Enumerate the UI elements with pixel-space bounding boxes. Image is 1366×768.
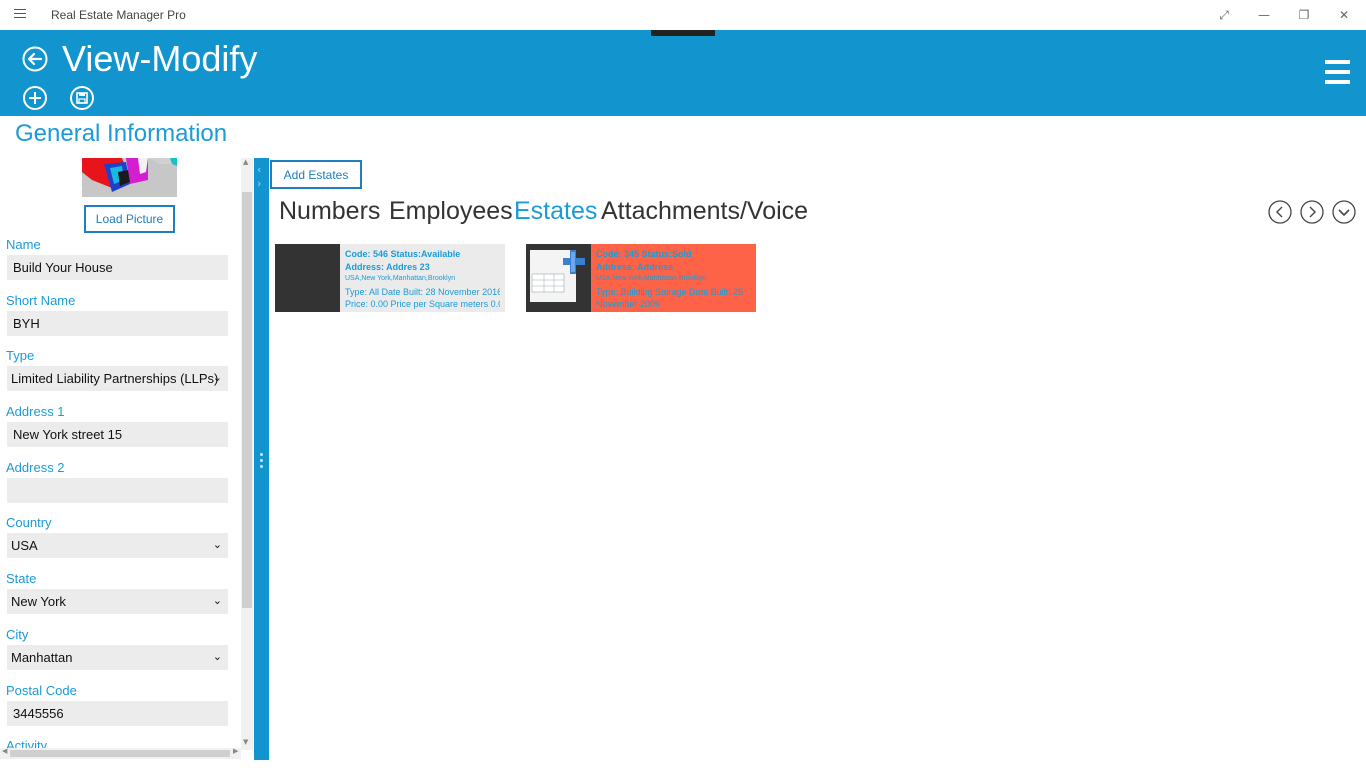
form-horizontal-scrollbar[interactable]: ◀ ▶ xyxy=(0,747,241,759)
save-icon[interactable] xyxy=(69,85,95,111)
hamburger-menu-icon[interactable] xyxy=(14,9,26,19)
state-select[interactable]: New York ⌄ xyxy=(7,589,228,614)
estate-code-status: Code: 546 Status:Available xyxy=(345,249,461,259)
type-select-value: Limited Liability Partnerships (LLPs) xyxy=(11,371,219,386)
tab-employees[interactable]: Employees xyxy=(389,197,513,226)
add-icon[interactable] xyxy=(22,85,48,111)
name-field[interactable]: Build Your House xyxy=(7,255,228,280)
city-select[interactable]: Manhattan ⌄ xyxy=(7,645,228,670)
estate-thumbnail xyxy=(526,244,591,312)
estate-info: Code: 546 Status:Available Address: Addr… xyxy=(340,244,505,312)
tab-numbers[interactable]: Numbers xyxy=(279,197,380,226)
page-title: View-Modify xyxy=(62,38,258,79)
expand-down-icon[interactable] xyxy=(1332,200,1356,224)
postal-code-label: Postal Code xyxy=(6,683,77,698)
chevron-down-icon: ⌄ xyxy=(212,651,222,663)
country-select-value: USA xyxy=(11,538,38,553)
estate-price: Price: 0.00 Price per Square meters 0.00 xyxy=(345,299,500,309)
type-label: Type xyxy=(6,348,35,363)
chevron-down-icon: ⌄ xyxy=(212,595,222,607)
name-label: Name xyxy=(6,237,41,252)
estate-type-date: Type: Building Storage Date Built: 25 xyxy=(596,286,744,297)
scroll-left-icon[interactable]: ◀ xyxy=(2,747,7,755)
short-name-field[interactable]: BYH xyxy=(7,311,228,336)
estate-date-cont: November 2009 xyxy=(596,299,661,309)
document-add-icon xyxy=(526,244,591,312)
main-menu-icon[interactable] xyxy=(1325,60,1350,84)
scroll-right-icon[interactable]: ▶ xyxy=(233,747,238,755)
load-picture-button[interactable]: Load Picture xyxy=(84,205,175,233)
postal-code-field[interactable]: 3445556 xyxy=(7,701,228,726)
restore-button[interactable]: ❐ xyxy=(1284,0,1324,30)
minimize-button[interactable]: — xyxy=(1244,0,1284,30)
company-picture xyxy=(82,158,177,197)
close-button[interactable]: ✕ xyxy=(1324,0,1364,30)
add-estates-button[interactable]: Add Estates xyxy=(270,160,362,189)
previous-icon[interactable] xyxy=(1268,200,1292,224)
address2-label: Address 2 xyxy=(6,460,65,475)
expand-icon[interactable]: ⤢ xyxy=(1204,0,1244,30)
state-select-value: New York xyxy=(11,594,66,609)
address1-label: Address 1 xyxy=(6,404,65,419)
city-label: City xyxy=(6,627,29,642)
company-picture-image xyxy=(82,158,177,197)
tab-estates[interactable]: Estates xyxy=(514,197,597,226)
chevron-left-icon[interactable]: ‹ xyxy=(257,163,261,176)
city-select-value: Manhattan xyxy=(11,650,73,665)
state-label: State xyxy=(6,571,37,586)
chevron-down-icon: ⌄ xyxy=(212,372,222,384)
scroll-down-icon[interactable]: ▼ xyxy=(243,738,248,746)
next-icon[interactable] xyxy=(1300,200,1324,224)
form-vertical-scrollbar[interactable]: ▲ ▼ xyxy=(241,158,253,750)
estate-location: USA,New York,Manhattan,Brooklyn xyxy=(596,275,707,282)
scrollbar-thumb[interactable] xyxy=(10,750,230,757)
window-notch xyxy=(651,30,715,36)
title-bar: Real Estate Manager Pro ⤢ — ❐ ✕ xyxy=(0,0,1366,30)
estate-card[interactable]: Code: 345 Status:Sold Address: Address U… xyxy=(526,244,756,312)
estate-code-status: Code: 345 Status:Sold xyxy=(596,249,692,259)
estate-address: Address: Address xyxy=(596,261,674,272)
estate-info: Code: 345 Status:Sold Address: Address U… xyxy=(591,244,756,312)
estate-type-date: Type: All Date Built: 28 November 2016 xyxy=(345,286,500,297)
estate-card[interactable]: Code: 546 Status:Available Address: Addr… xyxy=(275,244,505,312)
activity-label: Activity xyxy=(6,738,48,748)
tab-attachments-voice[interactable]: Attachments/Voice xyxy=(601,197,808,226)
estate-location: USA,New York,Manhattan,Brooklyn xyxy=(345,275,456,282)
general-info-form: Name Build Your House Short Name BYH Typ… xyxy=(0,236,240,748)
short-name-label: Short Name xyxy=(6,293,76,308)
back-icon[interactable] xyxy=(22,46,48,72)
splitter-grip-icon[interactable] xyxy=(260,453,263,471)
chevron-down-icon: ⌄ xyxy=(212,539,222,551)
type-select[interactable]: Limited Liability Partnerships (LLPs) ⌄ xyxy=(7,366,228,391)
page-header: View-Modify xyxy=(0,30,1366,116)
country-select[interactable]: USA ⌄ xyxy=(7,533,228,558)
section-title: General Information xyxy=(15,120,228,147)
scroll-up-icon[interactable]: ▲ xyxy=(243,158,248,166)
app-title: Real Estate Manager Pro xyxy=(51,8,186,22)
estate-thumbnail xyxy=(275,244,340,312)
address2-field[interactable] xyxy=(7,478,228,503)
address1-field[interactable]: New York street 15 xyxy=(7,422,228,447)
chevron-right-icon[interactable]: › xyxy=(257,177,261,190)
estate-address: Address: Addres 23 xyxy=(345,261,430,272)
country-label: Country xyxy=(6,515,52,530)
scrollbar-thumb[interactable] xyxy=(242,192,252,608)
pane-splitter[interactable]: ‹ › xyxy=(254,158,269,760)
